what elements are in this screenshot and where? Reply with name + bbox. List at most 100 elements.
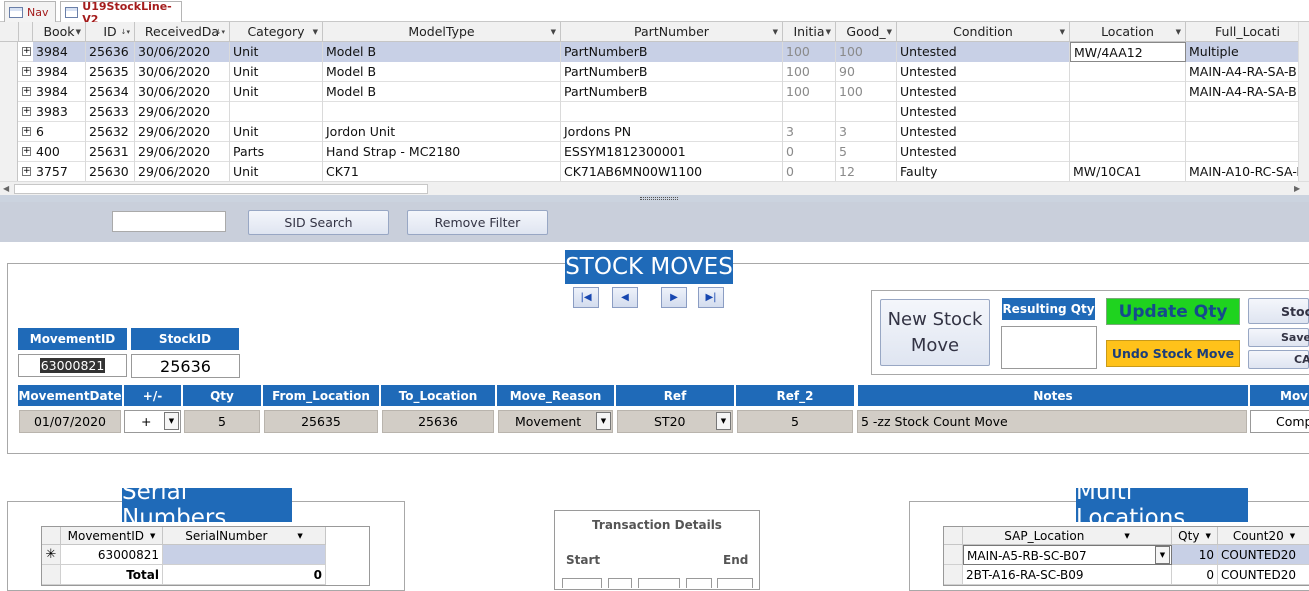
good-cell[interactable]: 3 — [836, 122, 897, 142]
cancel-button[interactable]: CA — [1248, 350, 1309, 369]
category-cell[interactable]: Unit — [230, 42, 323, 62]
receiveddate-cell[interactable]: 29/06/2020 — [135, 122, 230, 142]
table-row[interactable]: +3983 25633 29/06/2020 Untested — [0, 102, 1309, 122]
column-header-sap-location[interactable]: SAP_Location ▼ — [963, 527, 1172, 545]
location-cell[interactable]: MW/4AA12 — [1070, 42, 1186, 62]
row-selector[interactable] — [0, 42, 18, 62]
column-header-full-location[interactable]: Full_Locati — [1186, 22, 1309, 42]
dropdown-arrow-icon[interactable]: ▼ — [1155, 546, 1170, 564]
partnumber-cell[interactable]: PartNumberB — [561, 62, 783, 82]
modeltype-cell[interactable] — [323, 102, 561, 122]
end-time-field[interactable] — [686, 578, 712, 588]
condition-cell[interactable]: Untested — [897, 82, 1070, 102]
book-cell[interactable]: 3984 — [33, 42, 86, 62]
book-cell[interactable]: 3984 — [33, 82, 86, 102]
expand-row-icon[interactable]: + — [22, 147, 31, 156]
book-cell[interactable]: 3984 — [33, 62, 86, 82]
category-cell[interactable] — [230, 102, 323, 122]
qty-field[interactable]: 5 — [184, 410, 260, 433]
id-cell[interactable]: 25633 — [86, 102, 135, 122]
column-header-movementid[interactable]: MovementID ▼ — [61, 527, 163, 545]
good-cell[interactable]: 100 — [836, 82, 897, 102]
next-record-icon[interactable]: ▶ — [661, 287, 687, 308]
tab-u19stockline[interactable]: U19StockLine-V2 — [60, 0, 182, 26]
serialnumber-cell[interactable] — [163, 545, 326, 565]
table-row[interactable]: +400 25631 29/06/2020 Parts Hand Strap - MC2… — [0, 142, 1309, 162]
scroll-left-icon[interactable]: ◀ — [3, 184, 9, 193]
table-row[interactable]: +6 25632 29/06/2020 Unit Jordon Unit Jordons … — [0, 122, 1309, 142]
sap-location-combo[interactable]: MAIN-A5-RB-SC-B07 ▼ — [963, 545, 1172, 565]
movementdate-field[interactable]: 01/07/2020 — [19, 410, 121, 433]
initial-cell[interactable]: 3 — [783, 122, 836, 142]
expand-row-icon[interactable]: + — [22, 127, 31, 136]
column-header-condition[interactable]: Condition ▼ — [897, 22, 1070, 42]
partnumber-cell[interactable]: ESSYM1812300001 — [561, 142, 783, 162]
modeltype-cell[interactable]: Model B — [323, 62, 561, 82]
full-location-cell[interactable]: Multiple — [1186, 42, 1309, 62]
full-location-cell[interactable]: MAIN-A4-RA-SA-B1 — [1186, 82, 1309, 102]
stock-button[interactable]: Stock — [1248, 298, 1309, 324]
qty-cell[interactable]: 10 — [1172, 545, 1218, 565]
new-stock-move-button[interactable]: New Stock Move — [880, 299, 990, 366]
id-cell[interactable]: 25631 — [86, 142, 135, 162]
mov-field[interactable]: Comp — [1250, 410, 1309, 433]
expand-row-icon[interactable]: + — [22, 67, 31, 76]
scroll-right-icon[interactable]: ▶ — [1294, 184, 1300, 193]
plus-minus-combo[interactable]: + ▼ — [124, 410, 181, 433]
table-row[interactable]: +3757 25630 29/06/2020 Unit CK71 CK71AB6MN00W… — [0, 162, 1309, 182]
book-cell[interactable]: 400 — [33, 142, 86, 162]
book-cell[interactable]: 3757 — [33, 162, 86, 182]
undo-stock-move-button[interactable]: Undo Stock Move — [1106, 340, 1240, 367]
column-header-count20[interactable]: Count20 ▼ — [1218, 527, 1309, 545]
location-cell[interactable] — [1070, 62, 1186, 82]
column-header-modeltype[interactable]: ModelType ▼ — [323, 22, 561, 42]
from-location-field[interactable]: 25635 — [264, 410, 378, 433]
previous-record-icon[interactable]: ◀ — [612, 287, 638, 308]
id-cell[interactable]: 25630 — [86, 162, 135, 182]
receiveddate-cell[interactable]: 30/06/2020 — [135, 42, 230, 62]
sid-search-input[interactable] — [112, 211, 226, 232]
condition-cell[interactable]: Untested — [897, 122, 1070, 142]
select-all-corner[interactable] — [0, 22, 19, 42]
to-location-field[interactable]: 25636 — [382, 410, 494, 433]
row-selector[interactable] — [0, 62, 18, 82]
id-cell[interactable]: 25636 — [86, 42, 135, 62]
row-selector[interactable] — [42, 565, 61, 585]
first-record-icon[interactable]: |◀ — [573, 287, 599, 308]
good-cell[interactable]: 12 — [836, 162, 897, 182]
location-cell[interactable] — [1070, 142, 1186, 162]
select-all-corner[interactable] — [42, 527, 61, 545]
new-record-icon[interactable]: ✳ — [42, 545, 61, 565]
condition-cell[interactable]: Untested — [897, 142, 1070, 162]
column-header-category[interactable]: Category ▼ — [230, 22, 323, 42]
location-cell[interactable] — [1070, 82, 1186, 102]
good-cell[interactable]: 90 — [836, 62, 897, 82]
column-header-id[interactable]: ID ↓▾ — [86, 22, 135, 42]
location-cell[interactable] — [1070, 102, 1186, 122]
category-cell[interactable]: Unit — [230, 122, 323, 142]
initial-cell[interactable]: 0 — [783, 162, 836, 182]
count20-cell[interactable]: COUNTED20 — [1218, 545, 1309, 565]
table-row[interactable]: +3984 25636 30/06/2020 Unit Model B PartNumbe… — [0, 42, 1309, 62]
partnumber-cell[interactable]: PartNumberB — [561, 42, 783, 62]
duration-field[interactable] — [717, 578, 753, 588]
partnumber-cell[interactable] — [561, 102, 783, 122]
category-cell[interactable]: Parts — [230, 142, 323, 162]
good-cell[interactable]: 5 — [836, 142, 897, 162]
category-cell[interactable]: Unit — [230, 82, 323, 102]
partnumber-cell[interactable]: Jordons PN — [561, 122, 783, 142]
condition-cell[interactable]: Faulty — [897, 162, 1070, 182]
notes-field[interactable]: 5 -zz Stock Count Move — [857, 410, 1247, 433]
expand-row-icon[interactable]: + — [22, 87, 31, 96]
expand-row-icon[interactable]: + — [22, 167, 31, 176]
modeltype-cell[interactable]: CK71 — [323, 162, 561, 182]
end-date-field[interactable] — [638, 578, 680, 588]
row-selector[interactable] — [0, 162, 18, 182]
partnumber-cell[interactable]: CK71AB6MN00W1100 — [561, 162, 783, 182]
last-record-icon[interactable]: ▶| — [698, 287, 724, 308]
location-cell[interactable]: MW/10CA1 — [1070, 162, 1186, 182]
update-qty-button[interactable]: Update Qty — [1106, 298, 1240, 325]
receiveddate-cell[interactable]: 29/06/2020 — [135, 142, 230, 162]
horizontal-scrollbar[interactable]: ◀ ▶ — [0, 181, 1309, 195]
select-all-corner[interactable] — [944, 527, 963, 545]
